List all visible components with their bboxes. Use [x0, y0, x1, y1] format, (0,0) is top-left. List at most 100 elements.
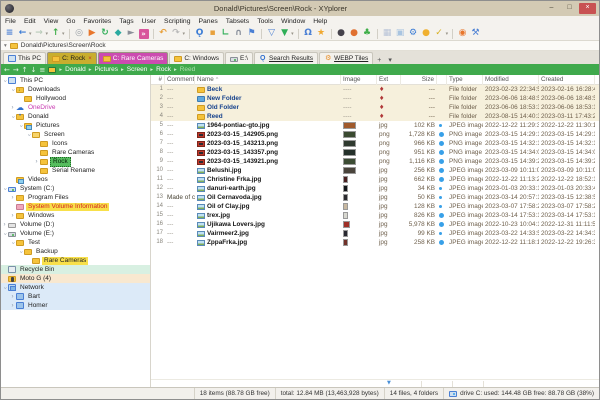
tab-c-windows[interactable]: C: Windows — [169, 52, 224, 64]
tree-item-program-files[interactable]: ›Program Files — [1, 193, 150, 202]
tree-item-rock[interactable]: ›Rock — [1, 157, 150, 166]
bell-button[interactable]: ∩ — [232, 28, 245, 40]
app-box-button[interactable]: ◉ — [456, 28, 469, 40]
file-row-vairmeer2-jpg[interactable]: 17---Vairmeer2.jpgjpg99 KBJPEG image2023… — [151, 229, 599, 238]
scripting-button[interactable]: » — [138, 28, 150, 40]
expand-icon[interactable]: › — [9, 293, 16, 301]
tools-button[interactable]: ⚒ — [469, 28, 482, 40]
column-header-[interactable]: # — [151, 75, 165, 85]
menu-item-panes[interactable]: Panes — [198, 18, 217, 25]
crumb-forward-icon[interactable]: → — [13, 65, 19, 75]
duck-button[interactable]: ● — [420, 28, 433, 40]
crumb-segment-screen[interactable]: Screen — [127, 66, 148, 73]
maximize-button[interactable]: □ — [561, 3, 578, 14]
tab-c-rock[interactable]: C: Rock× — [47, 52, 97, 64]
menu-item-favorites[interactable]: Favorites — [83, 18, 111, 25]
tree-item-serial-rename[interactable]: Serial Rename — [1, 166, 150, 175]
file-row-trex-jpg[interactable]: 15---trex.jpgjpg826 KBJPEG image2023-03-… — [151, 211, 599, 220]
tab-list-button[interactable]: ▾ — [385, 56, 395, 64]
tree-item-volume-e[interactable]: ›Volume (E:) — [1, 229, 150, 238]
tab-search-results[interactable]: Search Results — [254, 52, 318, 64]
expand-icon[interactable]: › — [9, 194, 16, 202]
new-tab-button[interactable]: + — [374, 57, 384, 64]
expand-icon[interactable]: › — [9, 104, 16, 112]
tree-item-donald[interactable]: ›Donald — [1, 112, 150, 121]
file-row-2023-03-15-142905-png[interactable]: 6---2023-03-15_142905.pngpng1,728 KBPNG … — [151, 130, 599, 139]
file-row-new-folder[interactable]: 2---New Folder----♦---File folder2023-06… — [151, 94, 599, 103]
tree-item-volume-d[interactable]: ›Volume (D:) — [1, 220, 150, 229]
send-button[interactable]: ► — [125, 28, 138, 40]
tree-item-rare-cameras[interactable]: Rare Cameras — [1, 256, 150, 265]
tree-item-onedrive[interactable]: ›OneDrive — [1, 103, 150, 112]
tree-item-homer[interactable]: ›Homer — [1, 301, 150, 310]
file-row-2023-03-15-143921-png[interactable]: 9---2023-03-15_143921.pngpng1,116 KBPNG … — [151, 157, 599, 166]
column-header-comment[interactable]: Comment — [165, 75, 195, 85]
file-row-christine-frka-jpg[interactable]: 11---Christine Frka.jpgjpg662 KBJPEG ima… — [151, 175, 599, 184]
flag-button[interactable]: ⚑ — [245, 28, 258, 40]
redo-button[interactable]: ↷▾ — [170, 28, 187, 40]
menu-item-tools[interactable]: Tools — [257, 18, 273, 25]
tab-this-pc[interactable]: This PC — [3, 52, 46, 64]
filter-active-button[interactable]: ▼▾ — [278, 28, 295, 40]
tree-path-button[interactable]: ∟ — [219, 28, 232, 40]
address-bar[interactable]: ▾ Donald\Pictures\Screen\Rock — [1, 41, 599, 51]
dropdown-arrow-icon[interactable]: ▾ — [29, 31, 32, 37]
menu-item-edit[interactable]: Edit — [24, 18, 36, 25]
minimize-button[interactable]: – — [543, 3, 560, 14]
ghost-button[interactable]: Ω — [302, 28, 315, 40]
undo-button[interactable]: ↶ — [157, 28, 170, 40]
tree-item-bart[interactable]: ›Bart — [1, 292, 150, 301]
sync-button[interactable]: ◆ — [112, 28, 125, 40]
dropdown-arrow-icon[interactable]: ▾ — [446, 31, 449, 37]
settings-gear-button[interactable]: ⚙ — [407, 28, 420, 40]
dark-mode-button[interactable]: ● — [335, 28, 348, 40]
file-row-danuri-earth-jpg[interactable]: 12---danuri-earth.jpgjpg34 KBJPEG image2… — [151, 184, 599, 193]
search-button[interactable]: Ǫ — [193, 28, 206, 40]
filter-outline-button[interactable]: ▽ — [265, 28, 278, 40]
tree-item-icons[interactable]: Icons — [1, 139, 150, 148]
tree-item-moto-g-4[interactable]: Moto G (4) — [1, 274, 150, 283]
crumb-segment-donald[interactable]: Donald — [65, 66, 86, 73]
crumb-menu-icon[interactable]: ≡ — [40, 65, 46, 75]
column-header-type[interactable]: Type — [447, 75, 483, 85]
command-list-button[interactable]: ≡ — [3, 28, 16, 40]
column-header-created[interactable]: Created — [539, 75, 595, 85]
column-header-image[interactable]: Image — [341, 75, 377, 85]
column-header-dot[interactable] — [437, 75, 447, 85]
basketball-button[interactable]: ● — [348, 28, 361, 40]
preview-pane-button[interactable]: ▣ — [394, 28, 407, 40]
tab-c-rare-cameras[interactable]: C: Rare Cameras — [98, 52, 169, 64]
address-dropdown-icon[interactable]: ▾ — [4, 43, 7, 49]
tile-view-button[interactable]: ▦ — [381, 28, 394, 40]
paper-folder-button[interactable]: ▪ — [206, 28, 219, 40]
tree-item-recycle-bin[interactable]: Recycle Bin — [1, 265, 150, 274]
dropdown-arrow-icon[interactable]: ▾ — [183, 31, 186, 37]
column-header-name[interactable]: Name^ — [195, 75, 341, 85]
favorites-star-button[interactable]: ★ — [315, 28, 328, 40]
expand-icon[interactable]: › — [1, 221, 8, 229]
crumb-down-icon[interactable]: ↓ — [31, 65, 37, 75]
tree-item-test[interactable]: ›Test — [1, 238, 150, 247]
tree-item-windows[interactable]: ›Windows — [1, 211, 150, 220]
column-header-ext[interactable]: Ext — [377, 75, 401, 85]
menu-item-user[interactable]: User — [142, 18, 156, 25]
tree-item-rare-cameras[interactable]: Rare Cameras — [1, 148, 150, 157]
tree-item-this-pc[interactable]: ›This PC — [1, 76, 150, 85]
column-header-size[interactable]: Size — [401, 75, 437, 85]
hotlist-button[interactable]: ◎ — [73, 28, 86, 40]
tree-item-system-volume-information[interactable]: System Volume Information — [1, 202, 150, 211]
expand-icon[interactable]: › — [9, 302, 16, 310]
dropdown-arrow-icon[interactable]: ▾ — [46, 31, 49, 37]
file-row-1964-pontiac-gto-jpg[interactable]: 5---1964-pontiac-gto.jpgjpg102 KBJPEG im… — [151, 121, 599, 130]
file-row-2023-03-15-143357-png[interactable]: 8---2023-03-15_143357.pngpng951 KBPNG im… — [151, 148, 599, 157]
menu-item-view[interactable]: View — [44, 18, 59, 25]
tree-item-videos[interactable]: Videos — [1, 175, 150, 184]
tree-item-backup[interactable]: ›Backup — [1, 247, 150, 256]
file-row-oil-cernavoda-jpg[interactable]: 13Made of clayOil Cernavoda.jpgjpg50 KBJ… — [151, 193, 599, 202]
crumb-segment-rock[interactable]: Rock — [156, 66, 171, 73]
crumb-up-icon[interactable]: ↑ — [22, 65, 28, 75]
back-button[interactable]: ←▾ — [16, 28, 33, 40]
file-row-2023-03-15-143213-png[interactable]: 7---2023-03-15_143213.pngpng966 KBPNG im… — [151, 139, 599, 148]
expand-icon[interactable]: › — [9, 212, 16, 220]
crumb-back-icon[interactable]: ← — [4, 65, 10, 75]
